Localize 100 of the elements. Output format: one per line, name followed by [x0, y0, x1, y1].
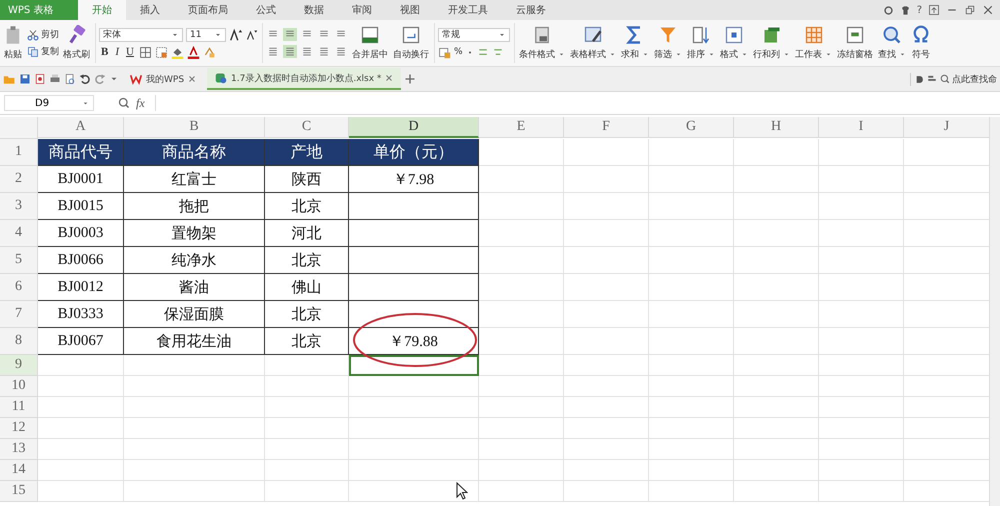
name-box[interactable]: D9 [4, 95, 94, 111]
grid-cell[interactable] [265, 397, 349, 418]
table-cell[interactable]: 北京 [265, 247, 349, 274]
align-button[interactable] [283, 45, 297, 58]
grid-cell[interactable] [479, 418, 564, 439]
column-header[interactable]: G [649, 117, 734, 138]
refresh-icon[interactable] [882, 4, 894, 16]
function-button[interactable]: fx [136, 96, 145, 110]
grid-cell[interactable] [734, 439, 819, 460]
undo-icon[interactable] [79, 73, 91, 85]
table-cell[interactable] [349, 247, 479, 274]
grow-font-icon[interactable] [229, 28, 243, 42]
grid-cell[interactable] [124, 481, 265, 502]
menu-tab[interactable]: 页面布局 [174, 0, 242, 20]
grid-cell[interactable] [819, 166, 904, 193]
grid-cell[interactable] [38, 460, 124, 481]
column-header[interactable]: F [564, 117, 649, 138]
column-header[interactable]: E [479, 117, 564, 138]
upload-icon[interactable] [928, 4, 940, 16]
row-header[interactable]: 7 [0, 301, 38, 328]
grid-cell[interactable] [479, 397, 564, 418]
header-cell[interactable]: 商品名称 [124, 139, 265, 166]
row-header[interactable]: 10 [0, 376, 38, 397]
grid-cell[interactable] [564, 355, 649, 376]
table-cell[interactable] [349, 301, 479, 328]
wrap-text-button[interactable]: 自动换行 [392, 25, 430, 61]
grid-cell[interactable] [265, 418, 349, 439]
column-header[interactable]: B [124, 117, 265, 138]
table-cell[interactable]: 置物架 [124, 220, 265, 247]
grid-cell[interactable] [349, 397, 479, 418]
new-tab-icon[interactable] [404, 73, 416, 85]
number-format-dropdown[interactable]: 常规 [438, 28, 510, 42]
borders-icon[interactable] [138, 46, 152, 58]
table-cell[interactable]: 拖把 [124, 193, 265, 220]
grid-cell[interactable] [124, 355, 265, 376]
grid-cell[interactable] [479, 328, 564, 355]
header-cell[interactable]: 单价（元） [349, 139, 479, 166]
menu-tab[interactable]: 插入 [126, 0, 174, 20]
grid-cell[interactable] [349, 418, 479, 439]
grid-cell[interactable] [265, 376, 349, 397]
zoom-icon[interactable] [118, 97, 130, 109]
ribbon-button[interactable]: 查找 [877, 25, 907, 61]
vertical-scrollbar[interactable] [989, 117, 1000, 506]
grid-cell[interactable] [819, 247, 904, 274]
table-cell[interactable]: 纯净水 [124, 247, 265, 274]
copy-button[interactable]: 复制 [27, 45, 59, 58]
grid-cell[interactable] [479, 166, 564, 193]
grid-cell[interactable] [649, 220, 734, 247]
grid-cell[interactable] [819, 439, 904, 460]
text-style-button[interactable]: I [113, 46, 122, 58]
print-preview-icon[interactable] [64, 73, 76, 85]
panel-icon[interactable] [927, 74, 937, 84]
save-icon[interactable] [19, 73, 31, 85]
grid-cell[interactable] [649, 274, 734, 301]
fill-color-icon[interactable] [170, 46, 184, 58]
grid-cell[interactable] [479, 301, 564, 328]
row-header[interactable]: 12 [0, 418, 38, 439]
menu-tab[interactable]: 视图 [386, 0, 434, 20]
select-all-corner[interactable] [0, 117, 38, 139]
grid-cell[interactable] [734, 355, 819, 376]
row-header[interactable]: 15 [0, 481, 38, 502]
grid-cell[interactable] [564, 139, 649, 166]
grid-cell[interactable] [479, 139, 564, 166]
close-icon[interactable] [385, 74, 394, 82]
grid-cell[interactable] [564, 220, 649, 247]
ribbon-button[interactable]: 筛选 [653, 25, 683, 61]
row-header[interactable]: 13 [0, 439, 38, 460]
grid-cell[interactable] [124, 397, 265, 418]
grid-cell[interactable] [564, 460, 649, 481]
grid-cell[interactable] [734, 376, 819, 397]
table-cell[interactable]: 北京 [265, 193, 349, 220]
grid-cell[interactable] [819, 220, 904, 247]
menu-tab[interactable]: 数据 [290, 0, 338, 20]
close-icon[interactable] [982, 4, 994, 16]
clear-format-icon[interactable] [202, 46, 216, 58]
table-cell[interactable] [349, 274, 479, 301]
currency-icon[interactable] [438, 46, 451, 58]
shrink-font-icon[interactable] [246, 28, 258, 40]
grid-cell[interactable] [265, 460, 349, 481]
column-header[interactable]: H [734, 117, 819, 138]
restore-icon[interactable] [964, 4, 976, 16]
grid-cell[interactable] [479, 355, 564, 376]
grid-cell[interactable] [649, 418, 734, 439]
table-cell[interactable]: BJ0003 [38, 220, 124, 247]
document-tab[interactable]: 我的WPS [122, 68, 204, 90]
grid-cell[interactable] [734, 418, 819, 439]
decrease-decimal-icon[interactable] [492, 46, 504, 58]
column-header[interactable]: C [265, 117, 349, 138]
grid-cell[interactable] [564, 274, 649, 301]
grid-cell[interactable] [734, 220, 819, 247]
grid-cell[interactable] [819, 481, 904, 502]
ribbon-button[interactable]: 表格样式 [569, 25, 617, 61]
menu-tab[interactable]: 开发工具 [434, 0, 502, 20]
grid-cell[interactable] [649, 355, 734, 376]
grid-cell[interactable] [479, 220, 564, 247]
row-header[interactable]: 8 [0, 328, 38, 355]
table-cell[interactable] [349, 220, 479, 247]
grid-cell[interactable] [734, 301, 819, 328]
cut-button[interactable]: 剪切 [27, 28, 59, 41]
grid-cell[interactable] [819, 418, 904, 439]
